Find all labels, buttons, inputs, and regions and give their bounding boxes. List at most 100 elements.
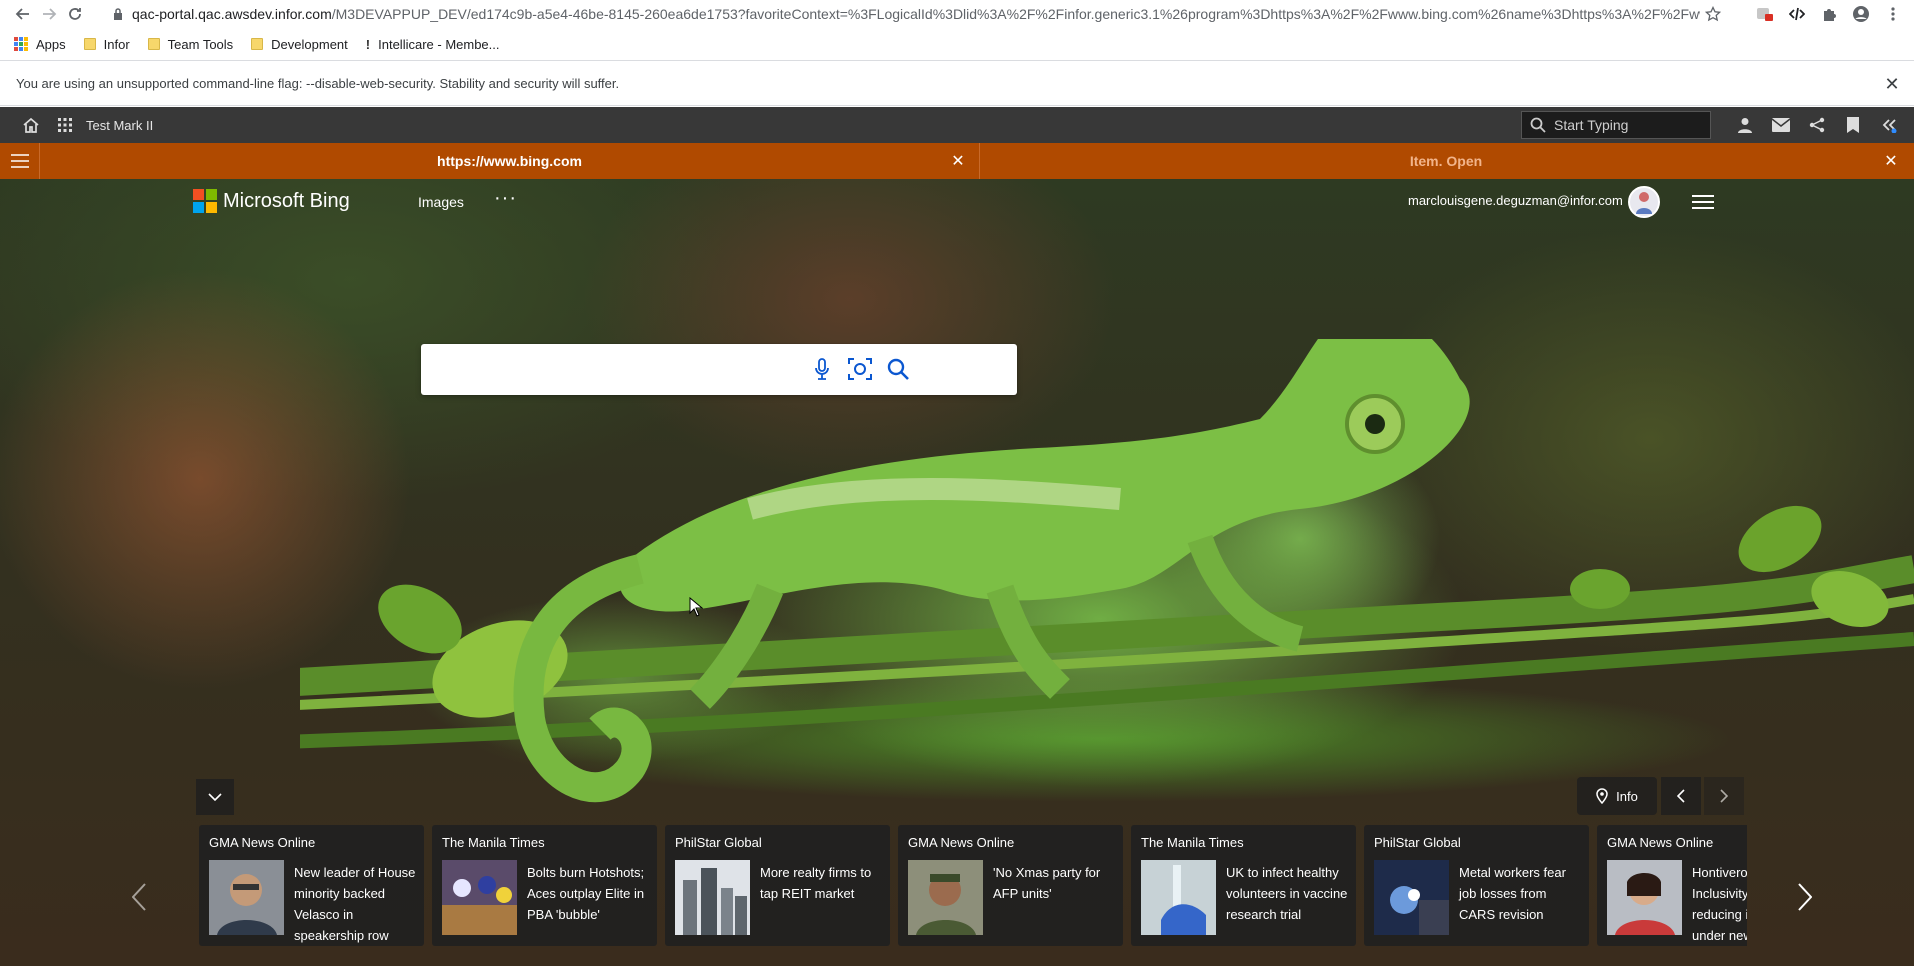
back-button[interactable] bbox=[10, 1, 36, 27]
image-info-button[interactable]: Info bbox=[1577, 777, 1657, 815]
user-icon[interactable] bbox=[1727, 107, 1763, 143]
chevron-left-icon bbox=[1677, 789, 1685, 803]
mail-icon[interactable] bbox=[1763, 107, 1799, 143]
bookmark-team-tools[interactable]: Team Tools bbox=[147, 36, 234, 52]
folder-icon bbox=[251, 38, 264, 50]
hamburger-menu-icon[interactable] bbox=[0, 143, 40, 179]
reload-icon bbox=[69, 8, 81, 20]
news-source: GMA News Online bbox=[1607, 835, 1714, 850]
location-pin-icon bbox=[1596, 788, 1608, 804]
close-icon[interactable]: ✕ bbox=[1882, 74, 1902, 94]
extension-icon[interactable] bbox=[1752, 1, 1778, 27]
puzzle-icon[interactable] bbox=[1816, 1, 1842, 27]
warning-text: You are using an unsupported command-lin… bbox=[16, 75, 620, 91]
news-headline: Bolts burn Hotshots; Aces outplay Elite … bbox=[527, 865, 645, 922]
news-headline: New leader of House minority backed Vela… bbox=[294, 865, 416, 943]
news-card[interactable]: GMA News Online Hontiveros: Inclusivity … bbox=[1597, 825, 1747, 946]
profile-icon[interactable] bbox=[1848, 1, 1874, 27]
news-card[interactable]: PhilStar Global More realty firms to tap… bbox=[665, 825, 890, 946]
bookmark-label: Apps bbox=[36, 36, 66, 52]
exclamation-icon: ! bbox=[365, 36, 371, 52]
collapse-feed-button[interactable] bbox=[196, 779, 234, 815]
info-label: Info bbox=[1616, 788, 1638, 804]
unsupported-flag-warning: You are using an unsupported command-lin… bbox=[0, 60, 1914, 106]
forward-button[interactable] bbox=[36, 1, 62, 27]
close-tab-icon[interactable]: ✕ bbox=[1882, 152, 1900, 170]
url-field[interactable]: qac-portal.qac.awsdev.infor.com/M3DEVAPP… bbox=[126, 6, 1700, 22]
tab-item-open[interactable]: Item. Open ✕ bbox=[980, 143, 1912, 179]
account-email[interactable]: marclouisgene.deguzman@infor.com bbox=[1408, 193, 1623, 208]
news-headline: More realty firms to tap REIT market bbox=[760, 865, 872, 901]
app-grid-icon[interactable] bbox=[48, 107, 82, 143]
portal-header: Test Mark II Start Typing bbox=[0, 107, 1914, 143]
bookmark-label: Infor bbox=[103, 36, 130, 52]
star-icon[interactable] bbox=[1700, 1, 1726, 27]
news-source: The Manila Times bbox=[1141, 835, 1244, 850]
more-menu-icon[interactable] bbox=[1880, 1, 1906, 27]
chevron-right-icon bbox=[1798, 883, 1812, 911]
bookmark-label: Team Tools bbox=[167, 36, 234, 52]
apps-grid-icon bbox=[14, 37, 28, 51]
news-thumbnail bbox=[1141, 860, 1216, 935]
lock-icon[interactable] bbox=[110, 8, 126, 20]
bing-search-box bbox=[421, 344, 1017, 395]
bing-logo[interactable]: Microsoft Bing bbox=[193, 189, 350, 213]
news-card[interactable]: GMA News Online 'No Xmas party for AFP u… bbox=[898, 825, 1123, 946]
portal-search-input[interactable]: Start Typing bbox=[1521, 111, 1711, 139]
news-headline: Metal workers fear job losses from CARS … bbox=[1459, 865, 1566, 922]
news-thumbnail bbox=[675, 860, 750, 935]
news-thumbnail bbox=[908, 860, 983, 935]
news-thumbnail bbox=[1374, 860, 1449, 935]
home-icon[interactable] bbox=[14, 107, 48, 143]
close-tab-icon[interactable]: ✕ bbox=[949, 152, 967, 170]
bing-brand-text: Microsoft Bing bbox=[223, 189, 350, 212]
news-carousel: GMA News Online New leader of House mino… bbox=[199, 825, 1747, 956]
arrow-left-icon bbox=[15, 8, 29, 20]
share-icon[interactable] bbox=[1799, 107, 1835, 143]
bookmark-label: Intellicare - Membe... bbox=[378, 36, 500, 52]
tab-label: Item. Open bbox=[1409, 153, 1483, 169]
news-card[interactable]: GMA News Online New leader of House mino… bbox=[199, 825, 424, 946]
news-card[interactable]: The Manila Times UK to infect healthy vo… bbox=[1131, 825, 1356, 946]
tab-bing[interactable]: https://www.bing.com ✕ bbox=[40, 143, 980, 179]
bing-menu-icon[interactable] bbox=[1692, 192, 1714, 212]
microphone-icon[interactable] bbox=[809, 356, 835, 382]
visual-search-icon[interactable] bbox=[847, 356, 873, 382]
news-headline: Hontiveros: Inclusivity key to reducing … bbox=[1692, 865, 1747, 943]
bookmark-intellicare[interactable]: ! Intellicare - Membe... bbox=[366, 37, 500, 52]
news-source: The Manila Times bbox=[442, 835, 545, 850]
code-icon[interactable] bbox=[1784, 1, 1810, 27]
news-source: GMA News Online bbox=[209, 835, 316, 850]
news-card[interactable]: The Manila Times Bolts burn Hotshots; Ac… bbox=[432, 825, 657, 946]
folder-icon bbox=[147, 38, 160, 50]
news-thumbnail bbox=[442, 860, 517, 935]
news-prev-button[interactable] bbox=[124, 872, 154, 922]
previous-image-button[interactable] bbox=[1661, 777, 1701, 815]
news-headline: UK to infect healthy volunteers in vacci… bbox=[1226, 865, 1348, 922]
arrow-right-icon bbox=[43, 8, 57, 20]
bing-homepage: Microsoft Bing Images ··· marclouisgene.… bbox=[0, 179, 1914, 966]
avatar[interactable] bbox=[1628, 186, 1660, 218]
bookmarks-bar: Apps Infor Team Tools Development ! Inte… bbox=[0, 28, 1914, 60]
news-card[interactable]: PhilStar Global Metal workers fear job l… bbox=[1364, 825, 1589, 946]
search-icon[interactable] bbox=[885, 356, 911, 382]
chevron-down-icon bbox=[208, 793, 222, 801]
bookmark-infor[interactable]: Infor bbox=[83, 36, 130, 52]
chevron-right-icon bbox=[1720, 789, 1728, 803]
next-image-button[interactable] bbox=[1704, 777, 1744, 815]
bookmark-development[interactable]: Development bbox=[251, 37, 348, 52]
nav-more-button[interactable]: ··· bbox=[494, 187, 517, 210]
news-next-button[interactable] bbox=[1790, 872, 1820, 922]
bookmark-label: Development bbox=[271, 36, 348, 52]
news-thumbnail bbox=[209, 860, 284, 935]
bookmark-icon[interactable] bbox=[1835, 107, 1871, 143]
browser-address-bar: qac-portal.qac.awsdev.infor.com/M3DEVAPP… bbox=[0, 0, 1914, 28]
reload-button[interactable] bbox=[62, 1, 88, 27]
nav-images-link[interactable]: Images bbox=[418, 194, 464, 210]
folder-icon bbox=[83, 38, 96, 50]
bookmark-apps[interactable]: Apps bbox=[14, 37, 66, 52]
bing-top-bar: Microsoft Bing Images ··· marclouisgene.… bbox=[0, 179, 1914, 229]
microsoft-logo-icon bbox=[193, 189, 217, 213]
search-placeholder: Start Typing bbox=[1554, 117, 1629, 133]
collapse-double-chevron-icon[interactable] bbox=[1871, 107, 1907, 143]
